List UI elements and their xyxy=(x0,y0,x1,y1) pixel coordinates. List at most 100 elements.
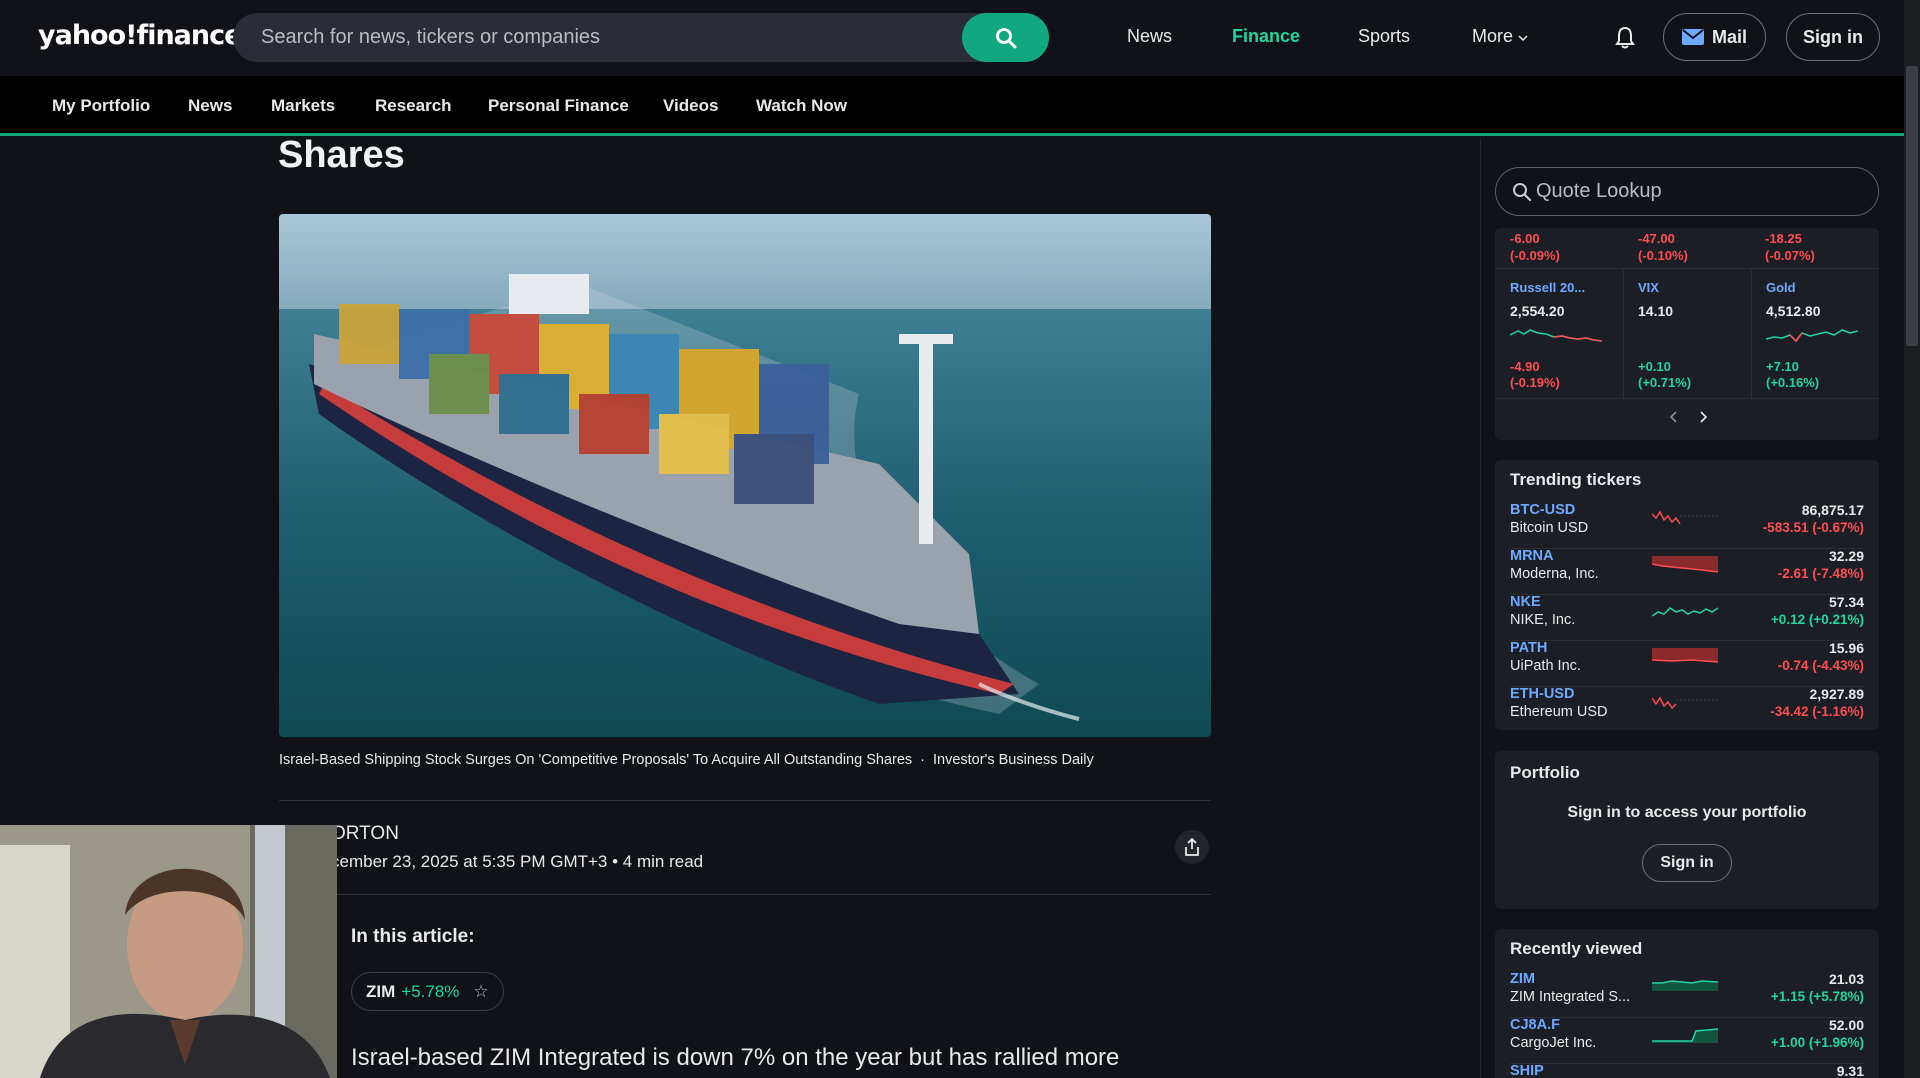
sparkline xyxy=(1652,696,1718,710)
ticker-name: CargoJet Inc. xyxy=(1510,1035,1597,1051)
search-input[interactable] xyxy=(261,13,981,62)
bell-icon[interactable] xyxy=(1614,26,1636,50)
ticker-price: 2,927.89 xyxy=(1809,686,1865,702)
sparkline xyxy=(1652,980,1718,991)
sign-in-button[interactable]: Sign in xyxy=(1786,13,1880,61)
subnav-research[interactable]: Research xyxy=(375,96,452,116)
ticker-price: 57.34 xyxy=(1828,594,1864,610)
caption-source[interactable]: Investor's Business Daily xyxy=(933,752,1094,768)
ticker-row[interactable]: ZIM ZIM Integrated S... 21.03 +1.15 (+5.… xyxy=(1510,971,1864,1015)
divider xyxy=(1495,268,1879,269)
mail-button[interactable]: Mail xyxy=(1663,13,1766,61)
market-tile-russell[interactable]: Russell 20... 2,554.20 -4.90 (-0.19%) xyxy=(1495,280,1623,390)
nav-finance[interactable]: Finance xyxy=(1232,26,1300,47)
search-icon xyxy=(995,27,1016,48)
market-name: Russell 20... xyxy=(1510,280,1586,295)
nav-more[interactable]: More xyxy=(1472,26,1528,47)
subnav-personal-finance[interactable]: Personal Finance xyxy=(488,96,629,116)
scrollbar-thumb[interactable] xyxy=(1906,66,1918,346)
ticker-name: UiPath Inc. xyxy=(1510,658,1581,674)
ticker-name: NIKE, Inc. xyxy=(1510,612,1576,628)
ticker-row[interactable]: SHIP 9.31 xyxy=(1510,1063,1864,1078)
subnav-news[interactable]: News xyxy=(188,96,232,116)
nav-sports[interactable]: Sports xyxy=(1358,26,1410,47)
subnav-watch-now[interactable]: Watch Now xyxy=(756,96,847,116)
author-name[interactable]: ORTON xyxy=(331,823,399,845)
ticker-symbol: SHIP xyxy=(1510,1063,1544,1078)
ticker-name: Bitcoin USD xyxy=(1510,520,1589,536)
ticker-symbol: CJ8A.F xyxy=(1510,1017,1560,1033)
chevron-left-icon[interactable] xyxy=(1669,411,1679,423)
search-icon xyxy=(1513,183,1532,202)
ticker-symbol: MRNA xyxy=(1510,548,1554,564)
quote-lookup-input[interactable] xyxy=(1536,168,1866,215)
ticker-symbol: PATH xyxy=(1510,640,1548,656)
sparkline xyxy=(1652,1028,1718,1043)
share-button[interactable] xyxy=(1175,830,1209,864)
page-scrollbar[interactable] xyxy=(1904,0,1920,1078)
ticker-price: 86,875.17 xyxy=(1801,502,1864,518)
article-dateline: cember 23, 2025 at 5:35 PM GMT+3 • 4 min… xyxy=(331,852,704,871)
caption-text: Israel-Based Shipping Stock Surges On 'C… xyxy=(279,752,913,768)
image-caption: Israel-Based Shipping Stock Surges On 'C… xyxy=(279,752,1094,768)
ticker-name: Moderna, Inc. xyxy=(1510,566,1599,582)
ticker-chip-zim[interactable]: ZIM +5.78% ☆ xyxy=(351,972,504,1011)
market-price: 4,512.80 xyxy=(1766,303,1821,319)
recently-viewed-card: Recently viewed ZIM ZIM Integrated S... … xyxy=(1495,929,1879,1078)
market-change: -47.00 xyxy=(1638,231,1675,246)
sparkline xyxy=(1510,329,1602,342)
ticker-symbol: BTC-USD xyxy=(1510,502,1576,518)
ticker-row[interactable]: NKE NIKE, Inc. 57.34 +0.12 (+0.21%) xyxy=(1510,594,1864,638)
ticker-symbol: ZIM xyxy=(366,981,396,1001)
nav-news[interactable]: News xyxy=(1127,26,1172,47)
ticker-change: +5.78% xyxy=(401,981,460,1001)
market-pct: (-0.19%) xyxy=(1510,375,1560,390)
sparkline xyxy=(1652,607,1718,617)
ticker-price: 52.00 xyxy=(1828,1017,1864,1033)
chevron-right-icon[interactable] xyxy=(1698,411,1708,423)
ticker-row[interactable]: MRNA Moderna, Inc. 32.29 -2.61 (-7.48%) xyxy=(1510,548,1864,592)
ticker-row[interactable]: PATH UiPath Inc. 15.96 -0.74 (-4.43%) xyxy=(1510,640,1864,684)
market-pct: (-0.10%) xyxy=(1638,248,1688,263)
market-change: -4.90 xyxy=(1510,359,1540,374)
ticker-price: 9.31 xyxy=(1836,1063,1864,1078)
article-hero-image xyxy=(279,214,1211,737)
market-pct: (+0.71%) xyxy=(1638,375,1692,390)
portfolio-sign-in-button[interactable]: Sign in xyxy=(1642,844,1732,882)
ticker-change: +1.15 (+5.78%) xyxy=(1770,989,1864,1004)
search-bar xyxy=(233,13,1049,62)
subnav-markets[interactable]: Markets xyxy=(271,96,335,116)
market-tile-vix[interactable]: VIX 14.10 +0.10 (+0.71%) xyxy=(1623,280,1751,390)
mail-icon xyxy=(1681,29,1704,45)
article-lead-paragraph: Israel-based ZIM Integrated is down 7% o… xyxy=(351,1044,1120,1071)
divider xyxy=(279,894,1211,895)
market-pct: (-0.07%) xyxy=(1765,248,1815,263)
subnav-my-portfolio[interactable]: My Portfolio xyxy=(52,96,150,116)
market-pct: (-0.09%) xyxy=(1510,248,1560,263)
ticker-row[interactable]: CJ8A.F CargoJet Inc. 52.00 +1.00 (+1.96%… xyxy=(1510,1017,1864,1061)
star-icon[interactable]: ☆ xyxy=(473,982,488,1002)
market-name: VIX xyxy=(1638,280,1659,295)
mail-label: Mail xyxy=(1711,26,1747,47)
market-change: +7.10 xyxy=(1766,359,1799,374)
ticker-change: -2.61 (-7.48%) xyxy=(1777,566,1864,581)
divider xyxy=(1495,398,1879,399)
market-tile-gold[interactable]: Gold 4,512.80 +7.10 (+0.16%) xyxy=(1751,280,1879,390)
chevron-down-icon xyxy=(1518,35,1528,42)
ticker-symbol: ZIM xyxy=(1510,971,1535,987)
ticker-symbol: NKE xyxy=(1510,594,1541,610)
sparkline xyxy=(1766,329,1858,343)
market-price: 14.10 xyxy=(1638,303,1674,319)
webcam-overlay xyxy=(0,825,337,1078)
sparkline xyxy=(1652,556,1718,573)
subnav-videos[interactable]: Videos xyxy=(663,96,718,116)
ticker-row[interactable]: BTC-USD Bitcoin USD 86,875.17 -583.51 (-… xyxy=(1510,502,1864,546)
ticker-row[interactable]: ETH-USD Ethereum USD 2,927.89 -34.42 (-1… xyxy=(1510,686,1864,730)
ticker-price: 32.29 xyxy=(1828,548,1864,564)
divider xyxy=(279,800,1211,801)
market-price: 2,554.20 xyxy=(1510,303,1565,319)
search-button[interactable] xyxy=(962,13,1049,62)
recently-viewed-title: Recently viewed xyxy=(1510,939,1643,958)
market-name: Gold xyxy=(1766,280,1796,295)
yahoo-finance-logo[interactable]: yahoo!finance xyxy=(38,20,242,51)
